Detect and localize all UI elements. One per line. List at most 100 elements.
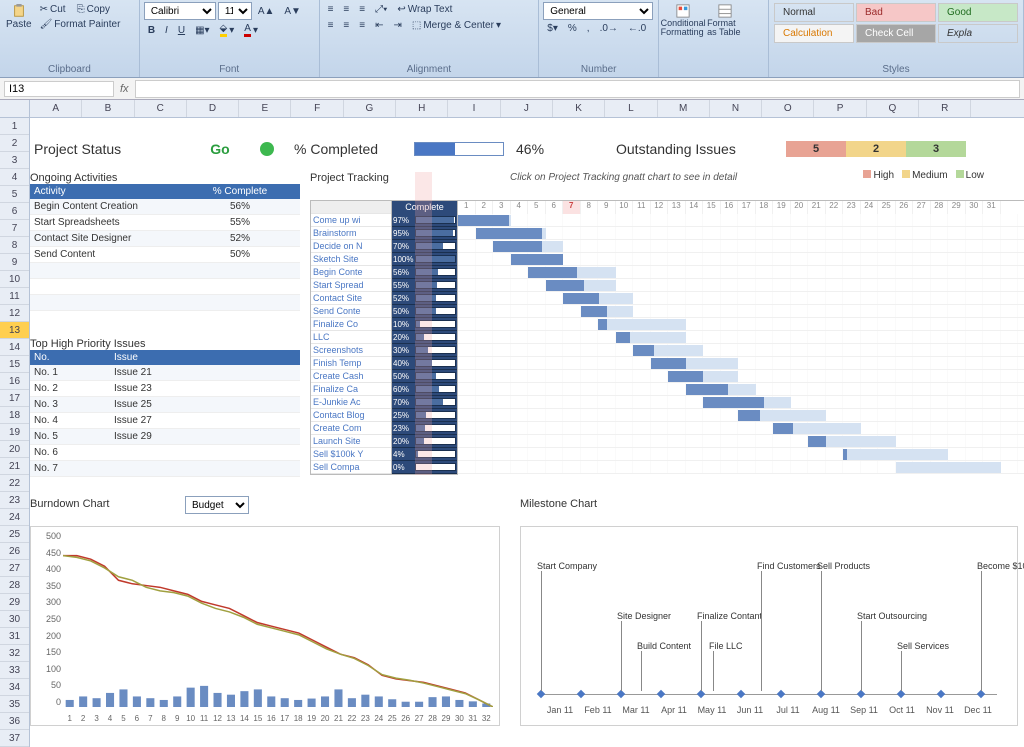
column-header[interactable]: M [658, 100, 710, 117]
row-header[interactable]: 23 [0, 492, 29, 509]
style-bad[interactable]: Bad [856, 3, 936, 22]
conditional-formatting-button[interactable]: Conditional Formatting [663, 2, 703, 39]
formula-input[interactable] [135, 80, 1020, 98]
format-painter-button[interactable]: 🖌Format Painter [36, 17, 125, 32]
row-header[interactable]: 17 [0, 390, 29, 407]
percent-button[interactable]: % [564, 21, 581, 36]
row-header[interactable]: 12 [0, 305, 29, 322]
row-header[interactable]: 4 [0, 169, 29, 186]
italic-button[interactable]: I [161, 23, 172, 38]
indent-dec-button[interactable]: ⇤ [371, 18, 387, 33]
column-header[interactable]: E [239, 100, 291, 117]
row-header[interactable]: 3 [0, 152, 29, 169]
column-header[interactable]: I [448, 100, 500, 117]
row-header[interactable]: 19 [0, 424, 29, 441]
wrap-text-button[interactable]: ↩Wrap Text [393, 2, 456, 17]
row-header[interactable]: 11 [0, 288, 29, 305]
row-header[interactable]: 32 [0, 645, 29, 662]
align-left-button[interactable]: ≡ [324, 18, 338, 33]
align-center-button[interactable]: ≡ [339, 18, 353, 33]
row-header[interactable]: 9 [0, 254, 29, 271]
column-header[interactable]: H [396, 100, 448, 117]
inc-decimal-button[interactable]: .0→ [596, 21, 622, 36]
name-box[interactable] [4, 81, 114, 97]
row-header[interactable]: 16 [0, 373, 29, 390]
orientation-button[interactable]: ⤢▾ [371, 2, 391, 17]
style-good[interactable]: Good [938, 3, 1018, 22]
row-header[interactable]: 7 [0, 220, 29, 237]
row-header[interactable]: 18 [0, 407, 29, 424]
row-header[interactable]: 2 [0, 135, 29, 152]
row-header[interactable]: 15 [0, 356, 29, 373]
column-header[interactable]: K [553, 100, 605, 117]
column-header[interactable]: G [344, 100, 396, 117]
row-header[interactable]: 26 [0, 543, 29, 560]
font-size-select[interactable]: 11 [218, 2, 252, 20]
style-check-cell[interactable]: Check Cell [856, 24, 936, 43]
comma-button[interactable]: , [583, 21, 594, 36]
style-explanatory[interactable]: Expla [938, 24, 1018, 43]
border-button[interactable]: ▦▾ [191, 23, 213, 38]
worksheet-content[interactable]: Project Status Go % Completed 46% Outsta… [30, 118, 1024, 747]
paste-button[interactable]: Paste [4, 2, 34, 32]
row-header[interactable]: 27 [0, 560, 29, 577]
shrink-font-button[interactable]: A▼ [280, 4, 305, 19]
row-header[interactable]: 14 [0, 339, 29, 356]
align-top-button[interactable]: ≡ [324, 2, 338, 17]
fx-icon[interactable]: fx [114, 83, 135, 95]
burndown-dropdown[interactable]: Budget [185, 496, 249, 514]
bold-button[interactable]: B [144, 23, 159, 38]
column-header[interactable]: O [762, 100, 814, 117]
font-color-button[interactable]: A▾ [240, 21, 262, 39]
align-bottom-button[interactable]: ≡ [355, 2, 369, 17]
row-header[interactable]: 10 [0, 271, 29, 288]
column-header[interactable]: L [605, 100, 657, 117]
cut-button[interactable]: ✂Cut [36, 2, 70, 17]
style-normal[interactable]: Normal [774, 3, 854, 22]
underline-button[interactable]: U [174, 23, 189, 38]
row-header[interactable]: 1 [0, 118, 29, 135]
dec-decimal-button[interactable]: ←.0 [624, 21, 650, 36]
milestone-chart[interactable]: Jan 11Feb 11Mar 11Apr 11May 11Jun 11Jul … [520, 526, 1018, 726]
row-header[interactable]: 35 [0, 696, 29, 713]
row-header[interactable]: 37 [0, 730, 29, 747]
row-header[interactable]: 22 [0, 475, 29, 492]
gantt-chart[interactable]: Come up wiBrainstormDecide on NSketch Si… [310, 200, 1024, 475]
copy-button[interactable]: ⎘Copy [73, 2, 114, 17]
merge-center-button[interactable]: ⬚Merge & Center▾ [408, 18, 505, 33]
row-header[interactable]: 5 [0, 186, 29, 203]
column-header[interactable]: A [30, 100, 82, 117]
number-format-select[interactable]: General [543, 2, 653, 20]
row-header[interactable]: 6 [0, 203, 29, 220]
column-header[interactable]: B [82, 100, 134, 117]
currency-button[interactable]: $▾ [543, 21, 562, 36]
grow-font-button[interactable]: A▲ [254, 4, 279, 19]
column-header[interactable]: P [814, 100, 866, 117]
row-header[interactable]: 34 [0, 679, 29, 696]
row-header[interactable]: 31 [0, 628, 29, 645]
indent-inc-button[interactable]: ⇥ [390, 18, 406, 33]
row-header[interactable]: 13 [0, 322, 29, 339]
style-calculation[interactable]: Calculation [774, 24, 854, 43]
row-header[interactable]: 28 [0, 577, 29, 594]
format-as-table-button[interactable]: Format as Table [705, 2, 745, 39]
column-header[interactable]: Q [867, 100, 919, 117]
align-right-button[interactable]: ≡ [355, 18, 369, 33]
row-header[interactable]: 30 [0, 611, 29, 628]
row-header[interactable]: 21 [0, 458, 29, 475]
burndown-chart[interactable]: 500450400350300250200150100500 123456789… [30, 526, 500, 726]
column-header[interactable]: R [919, 100, 971, 117]
row-header[interactable]: 8 [0, 237, 29, 254]
column-header[interactable]: C [135, 100, 187, 117]
select-all-corner[interactable] [0, 100, 30, 117]
fill-color-button[interactable]: ⬙▾ [216, 21, 239, 39]
row-header[interactable]: 36 [0, 713, 29, 730]
row-header[interactable]: 33 [0, 662, 29, 679]
column-header[interactable]: N [710, 100, 762, 117]
font-family-select[interactable]: Calibri [144, 2, 216, 20]
column-header[interactable]: F [291, 100, 343, 117]
align-middle-button[interactable]: ≡ [339, 2, 353, 17]
row-header[interactable]: 20 [0, 441, 29, 458]
row-header[interactable]: 29 [0, 594, 29, 611]
column-header[interactable]: D [187, 100, 239, 117]
